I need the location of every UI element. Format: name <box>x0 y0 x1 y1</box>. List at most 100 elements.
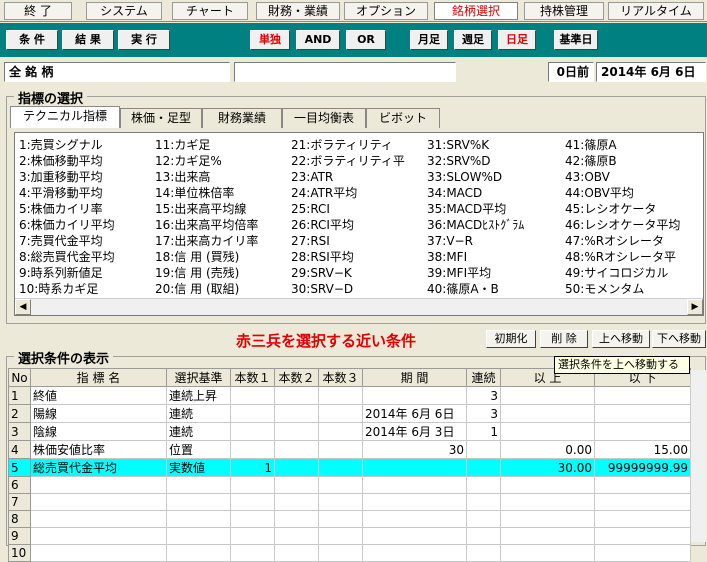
table-cell[interactable]: 位置 <box>166 440 231 459</box>
or-button[interactable]: OR <box>346 30 386 50</box>
table-cell[interactable] <box>362 458 467 477</box>
table-cell[interactable] <box>230 386 275 405</box>
table-cell[interactable]: 総売買代金平均 <box>30 458 167 477</box>
indicator-item[interactable]: 40:篠原A・B <box>427 281 563 297</box>
table-row[interactable]: 7 <box>8 493 691 511</box>
condition-button[interactable]: 条 件 <box>6 30 58 50</box>
indicator-item[interactable]: 18:信 用 (買残) <box>155 249 289 265</box>
menu-stock-select[interactable]: 銘柄選択 <box>434 2 518 20</box>
table-cell[interactable] <box>466 458 501 477</box>
indicator-item[interactable]: 7:売買代金平均 <box>19 233 153 249</box>
table-cell[interactable] <box>166 476 231 494</box>
table-cell[interactable] <box>230 527 275 545</box>
table-cell[interactable] <box>362 510 467 528</box>
table-cell[interactable] <box>500 493 595 511</box>
single-button[interactable]: 単独 <box>250 30 290 50</box>
indicator-item[interactable]: 16:出来高平均倍率 <box>155 217 289 233</box>
condition-table[interactable]: No 指 標 名選択基準 本数１ 本数２ 本数３ 期 間連続以 上以 下 1 終値 連続上昇 3… <box>8 368 691 562</box>
table-cell[interactable] <box>594 476 691 494</box>
table-row[interactable]: 6 <box>8 476 691 494</box>
indicator-item[interactable]: 15:出来高平均線 <box>155 201 289 217</box>
indicator-item[interactable]: 31:SRV%K <box>427 137 563 153</box>
table-cell[interactable]: 99999999.99 <box>594 458 691 477</box>
indicator-item[interactable]: 20:信 用 (取組) <box>155 281 289 297</box>
table-cell[interactable] <box>166 510 231 528</box>
table-cell[interactable] <box>274 476 319 494</box>
table-cell[interactable] <box>362 544 467 562</box>
indicator-item[interactable]: 32:SRV%D <box>427 153 563 169</box>
table-cell[interactable] <box>274 527 319 545</box>
table-cell[interactable] <box>466 544 501 562</box>
table-cell[interactable] <box>594 544 691 562</box>
table-cell[interactable] <box>318 440 363 459</box>
indicator-item[interactable]: 48:%Rオシレータ平 <box>565 249 701 265</box>
indicator-item[interactable]: 19:信 用 (売残) <box>155 265 289 281</box>
table-row[interactable]: 3 陰線 連続 2014年 6月 3日 1 <box>8 422 691 441</box>
indicator-item[interactable]: 2:株価移動平均 <box>19 153 153 169</box>
table-cell[interactable] <box>318 422 363 441</box>
indicator-item[interactable]: 8:総売買代金平均 <box>19 249 153 265</box>
indicator-item[interactable]: 14:単位株倍率 <box>155 185 289 201</box>
indicator-item[interactable]: 50:モメンタム <box>565 281 701 297</box>
table-cell[interactable] <box>466 476 501 494</box>
indicator-item[interactable]: 45:レシオケータ <box>565 201 701 217</box>
table-cell[interactable]: 陰線 <box>30 422 167 441</box>
table-cell[interactable]: 0.00 <box>500 440 595 459</box>
indicator-item[interactable]: 23:ATR <box>291 169 425 185</box>
table-cell[interactable] <box>274 544 319 562</box>
table-cell[interactable] <box>230 404 275 423</box>
table-cell[interactable] <box>362 476 467 494</box>
table-cell[interactable] <box>318 493 363 511</box>
indicator-item[interactable]: 46:レシオケータ平均 <box>565 217 701 233</box>
indicator-item[interactable]: 34:MACD <box>427 185 563 201</box>
vertical-scrollbar[interactable] <box>690 370 706 542</box>
monthly-button[interactable]: 月足 <box>410 30 448 50</box>
table-cell[interactable]: 3 <box>466 404 501 423</box>
indicator-list[interactable]: 1:売買シグナル 2:株価移動平均 3:加重移動平均 4:平滑移動平均 5:株価カイリ率… <box>14 132 704 316</box>
table-cell[interactable] <box>318 458 363 477</box>
indicator-item[interactable]: 26:RCI平均 <box>291 217 425 233</box>
indicator-item[interactable]: 4:平滑移動平均 <box>19 185 153 201</box>
indicator-item[interactable]: 27:RSI <box>291 233 425 249</box>
table-cell[interactable] <box>230 422 275 441</box>
base-date-button[interactable]: 基準日 <box>554 30 598 50</box>
initialize-button[interactable]: 初期化 <box>486 330 536 348</box>
table-cell[interactable] <box>274 458 319 477</box>
indicator-item[interactable]: 35:MACD平均 <box>427 201 563 217</box>
table-cell[interactable]: 実数値 <box>166 458 231 477</box>
table-cell[interactable]: 連続 <box>166 404 231 423</box>
table-row[interactable]: 8 <box>8 510 691 528</box>
table-cell[interactable] <box>500 404 595 423</box>
indicator-item[interactable]: 17:出来高カイリ率 <box>155 233 289 249</box>
table-cell[interactable] <box>466 493 501 511</box>
indicator-item[interactable]: 9:時系列新値足 <box>19 265 153 281</box>
indicator-item[interactable]: 12:カギ足% <box>155 153 289 169</box>
table-cell[interactable]: 2014年 6月 3日 <box>362 422 467 441</box>
indicator-item[interactable]: 21:ボラティリティ <box>291 137 425 153</box>
indicator-item[interactable]: 41:篠原A <box>565 137 701 153</box>
table-cell[interactable]: 30.00 <box>500 458 595 477</box>
table-cell[interactable] <box>274 404 319 423</box>
table-cell[interactable] <box>594 527 691 545</box>
result-button[interactable]: 結 果 <box>62 30 114 50</box>
table-cell[interactable] <box>230 476 275 494</box>
table-cell[interactable]: 連続 <box>166 422 231 441</box>
table-row[interactable]: 10 <box>8 544 691 562</box>
table-cell[interactable] <box>500 422 595 441</box>
table-cell[interactable] <box>594 510 691 528</box>
table-cell[interactable] <box>166 544 231 562</box>
indicator-item[interactable]: 39:MFI平均 <box>427 265 563 281</box>
indicator-item[interactable]: 29:SRV−K <box>291 265 425 281</box>
menu-finance[interactable]: 財務・業績 <box>256 2 340 20</box>
table-cell[interactable]: 2014年 6月 6日 <box>362 404 467 423</box>
indicator-item[interactable]: 11:カギ足 <box>155 137 289 153</box>
table-cell[interactable]: 陽線 <box>30 404 167 423</box>
table-cell[interactable] <box>230 544 275 562</box>
scroll-left-icon[interactable]: ◀ <box>15 299 31 315</box>
daily-button[interactable]: 日足 <box>498 30 536 50</box>
indicator-item[interactable]: 13:出来高 <box>155 169 289 185</box>
table-cell[interactable] <box>230 510 275 528</box>
menu-exit[interactable]: 終 了 <box>4 2 72 20</box>
table-cell[interactable] <box>30 493 167 511</box>
indicator-item[interactable]: 22:ボラティリティ平 <box>291 153 425 169</box>
